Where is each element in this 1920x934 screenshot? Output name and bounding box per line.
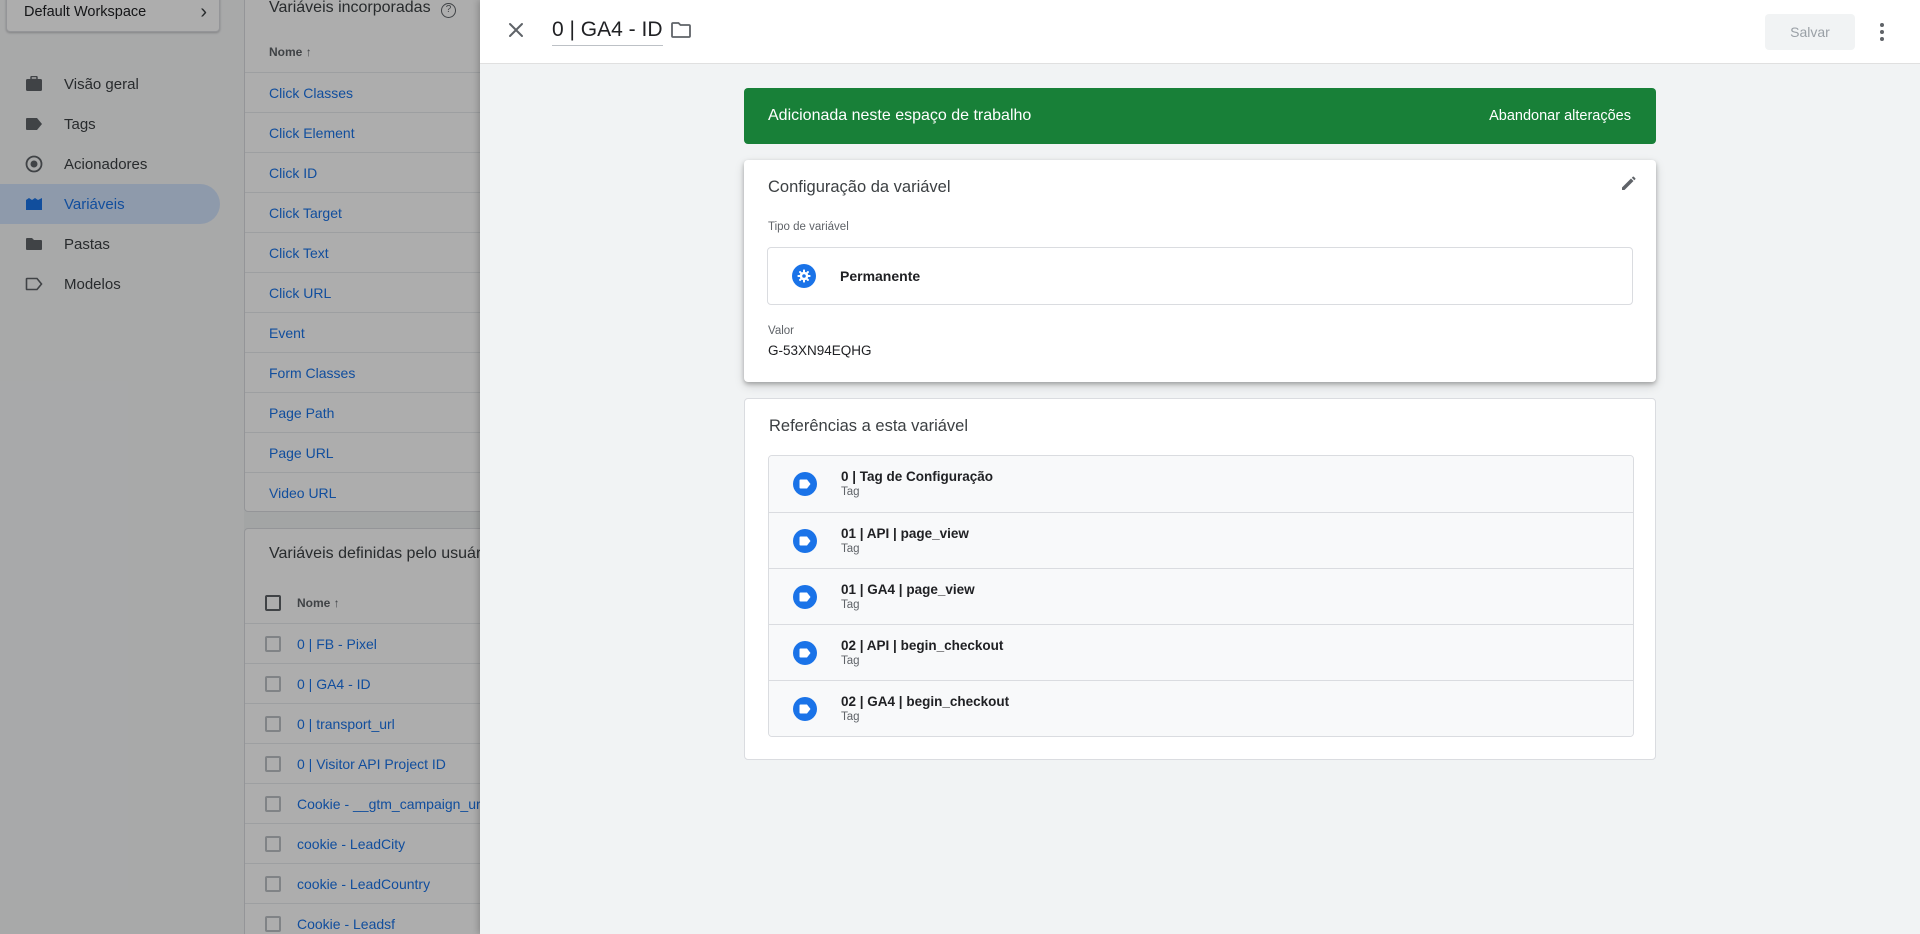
reference-item[interactable]: 0 | Tag de Configuração Tag	[769, 456, 1633, 512]
more-vert-icon[interactable]	[1872, 18, 1892, 46]
variable-configuration-card[interactable]: Configuração da variável Tipo de variáve…	[744, 160, 1656, 382]
reference-name: 01 | API | page_view	[841, 525, 969, 541]
value-label: Valor	[768, 325, 794, 337]
tag-icon	[793, 696, 817, 721]
tag-icon	[793, 472, 817, 496]
card-title: Referências a esta variável	[769, 417, 969, 435]
modal-scrim[interactable]	[0, 0, 480, 934]
variable-type-box: Permanente	[767, 247, 1633, 305]
variable-type-name: Permanente	[840, 268, 921, 284]
variable-type-label: Tipo de variável	[768, 221, 849, 233]
card-title: Configuração da variável	[768, 178, 951, 196]
tag-icon	[793, 584, 817, 609]
variable-value: G-53XN94EQHG	[768, 343, 872, 358]
pencil-icon	[1619, 173, 1639, 198]
reference-type: Tag	[841, 598, 860, 611]
reference-item[interactable]: 02 | API | begin_checkout Tag	[769, 624, 1633, 680]
reference-type: Tag	[841, 542, 860, 555]
close-button[interactable]	[502, 18, 530, 46]
folder-icon	[670, 21, 692, 44]
banner-text: Adicionada neste espaço de trabalho	[768, 107, 1032, 124]
workspace-status-banner: Adicionada neste espaço de trabalho Aban…	[744, 88, 1656, 144]
reference-type: Tag	[841, 710, 860, 723]
folder-button[interactable]	[668, 20, 694, 44]
variable-name-input[interactable]: 0 | GA4 - ID	[552, 18, 663, 46]
reference-item[interactable]: 02 | GA4 | begin_checkout Tag	[769, 680, 1633, 736]
tag-icon	[793, 528, 817, 553]
references-card: Referências a esta variável 0 | Tag de C…	[744, 398, 1656, 760]
references-list: 0 | Tag de Configuração Tag 01 | API | pa…	[768, 455, 1634, 737]
save-button[interactable]: Salvar	[1765, 14, 1855, 50]
reference-type: Tag	[841, 654, 860, 667]
reference-name: 01 | GA4 | page_view	[841, 581, 975, 597]
close-icon	[508, 22, 524, 43]
reference-item[interactable]: 01 | API | page_view Tag	[769, 512, 1633, 568]
tag-icon	[793, 640, 817, 665]
reference-name: 02 | GA4 | begin_checkout	[841, 693, 1010, 709]
panel-header: 0 | GA4 - ID Salvar	[480, 0, 1920, 64]
reference-item[interactable]: 01 | GA4 | page_view Tag	[769, 568, 1633, 624]
reference-name: 0 | Tag de Configuração	[841, 469, 994, 484]
variable-editor-panel: 0 | GA4 - ID Salvar Adicionada neste esp…	[480, 0, 1920, 934]
gear-icon	[792, 264, 816, 288]
reference-type: Tag	[841, 486, 860, 498]
edit-button[interactable]	[1616, 172, 1642, 198]
discard-changes-button[interactable]: Abandonar alterações	[1489, 108, 1631, 124]
reference-name: 02 | API | begin_checkout	[841, 637, 1004, 653]
